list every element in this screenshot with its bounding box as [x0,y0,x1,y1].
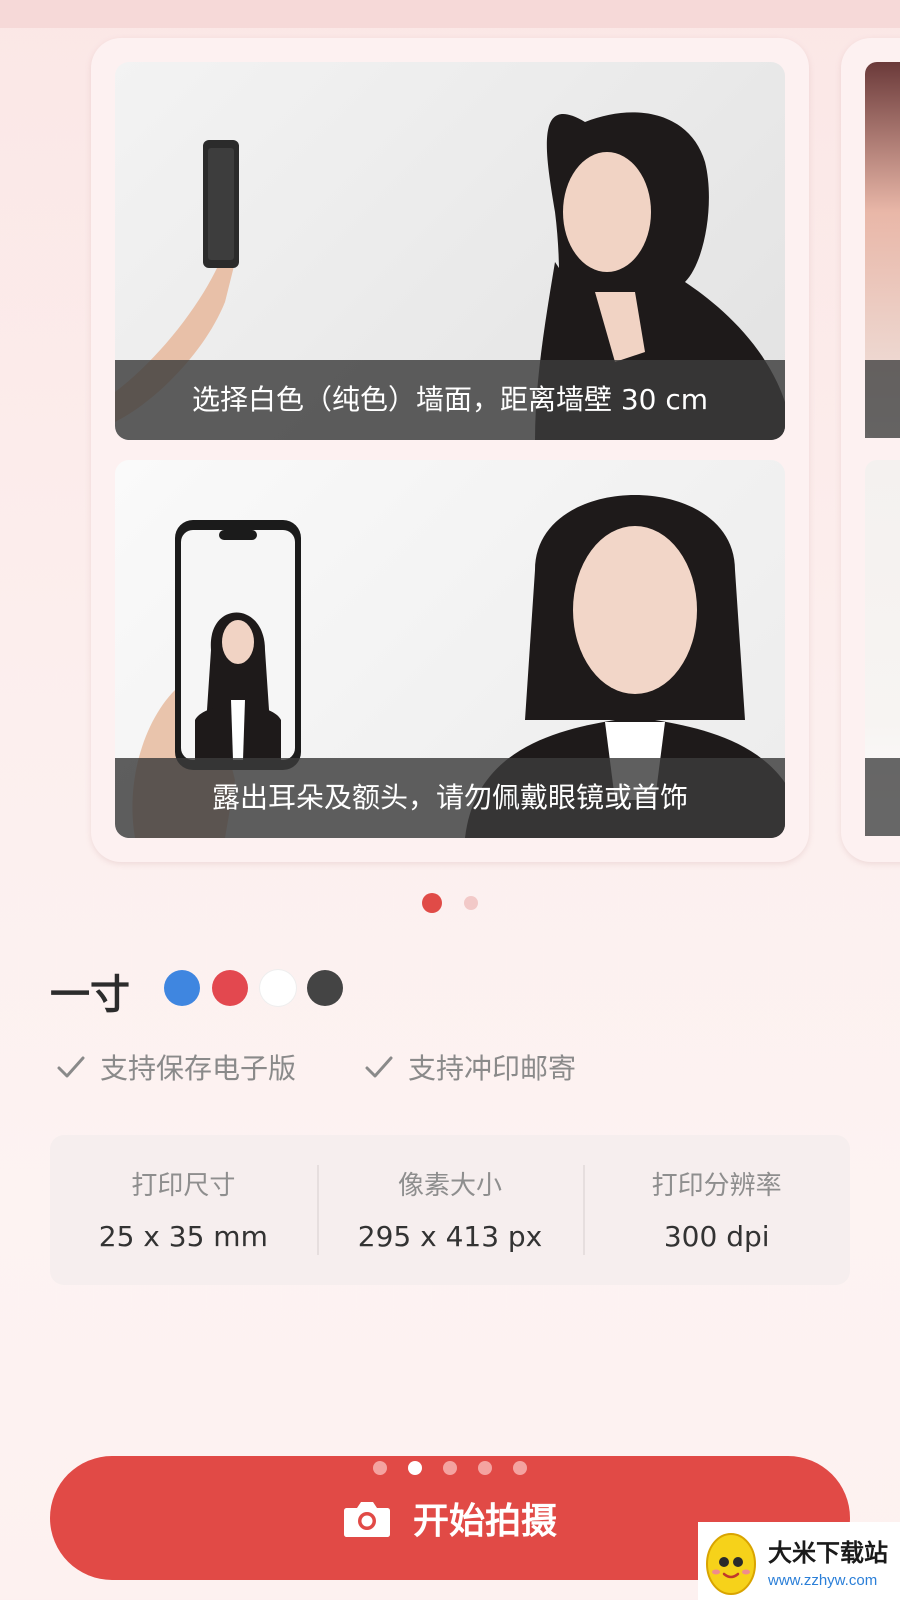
spec-value: 295 x 413 px [357,1220,543,1253]
background-color-white[interactable] [260,970,296,1006]
guide-caption: 选择白色（纯色）墙面，距离墙壁 30 cm [115,360,785,440]
spec-value: 300 dpi [663,1220,770,1253]
watermark-url: www.zzhyw.com [768,1572,878,1589]
feature-label: 支持保存电子版 [100,1052,297,1085]
page-dot-active[interactable] [422,893,443,913]
spec-label: 像素大小 [398,1171,503,1201]
spec-pixel-size: 像素大小 295 x 413 px [316,1165,584,1255]
page-dot[interactable] [463,896,478,910]
camera-icon [343,1502,390,1537]
next-card-photo [865,460,900,836]
site-watermark: 大米下载站 www.zzhyw.com [698,1522,900,1600]
check-icon [57,1056,85,1078]
bottom-page-indicator [0,1460,900,1479]
photo-size-title: 一寸 [50,972,130,1018]
start-shooting-label: 开始拍摄 [412,1501,557,1542]
background-color-dark-gray[interactable] [307,970,343,1006]
spec-print-resolution: 打印分辨率 300 dpi [583,1165,850,1255]
guide-caption: 露出耳朵及额头，请勿佩戴眼镜或首饰 [115,758,785,838]
spec-label: 打印尺寸 [131,1171,236,1201]
pager-dot[interactable] [372,1461,387,1475]
feature-label: 支持冲印邮寄 [408,1052,577,1085]
feature-print-mail: 支持冲印邮寄 [362,1047,576,1087]
spec-value: 25 x 35 mm [98,1220,268,1253]
pager-dot[interactable] [513,1461,528,1475]
rice-mascot-logo [706,1533,756,1595]
pager-dot-active[interactable] [407,1461,422,1475]
watermark-title: 大米下载站 [768,1539,888,1567]
background-color-red[interactable] [212,970,248,1006]
top-status-strip [0,0,900,28]
next-card-photo [865,62,900,438]
specs-panel: 打印尺寸 25 x 35 mm 像素大小 295 x 413 px 打印分辨率 … [50,1135,850,1285]
next-guide-card-peek[interactable] [841,38,900,862]
feature-electronic-copy: 支持保存电子版 [54,1047,296,1087]
carousel-page-indicator [0,893,900,917]
pager-dot[interactable] [478,1461,493,1475]
pager-dot[interactable] [443,1461,457,1475]
spec-label: 打印分辨率 [651,1171,782,1201]
background-color-blue[interactable] [164,970,200,1006]
check-icon [365,1056,393,1078]
guide-photo-front-view: 露出耳朵及额头，请勿佩戴眼镜或首饰 [115,460,785,838]
spec-print-size: 打印尺寸 25 x 35 mm [50,1165,317,1255]
guide-photo-side-view: 选择白色（纯色）墙面，距离墙壁 30 cm [115,62,785,440]
